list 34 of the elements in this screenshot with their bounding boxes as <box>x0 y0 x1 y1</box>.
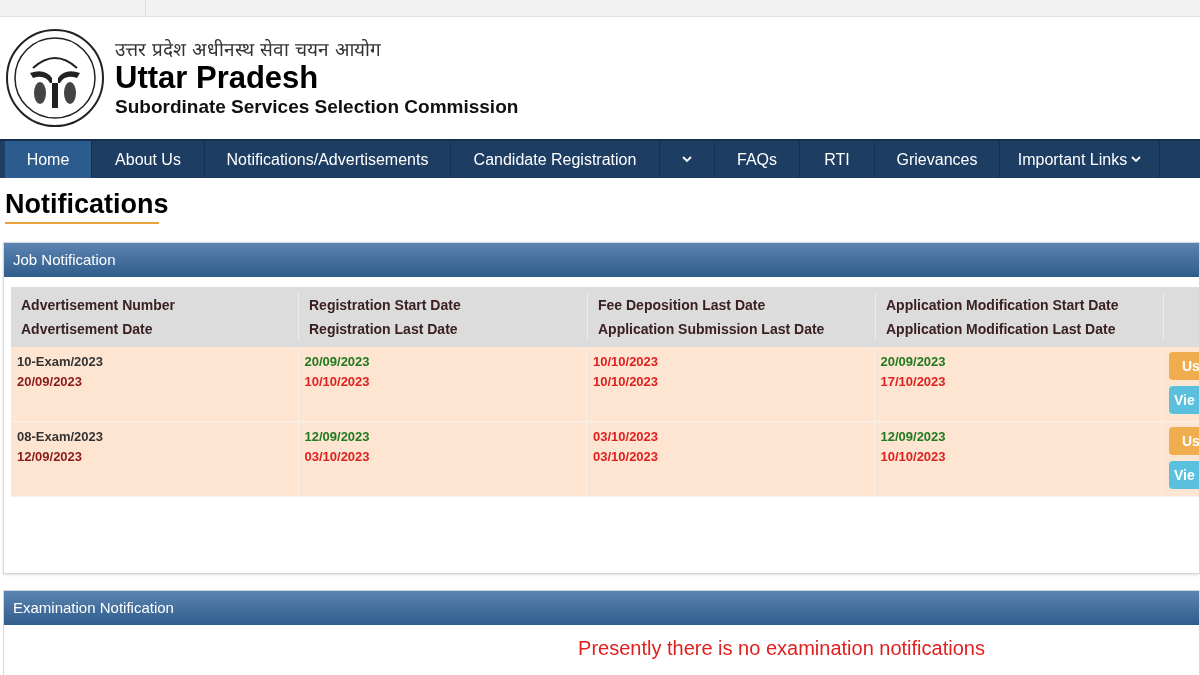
table-cell-text: 12/09/2023 <box>17 448 83 466</box>
site-subtitle: Subordinate Services Selection Commission <box>115 95 519 119</box>
panel-title: Job Notification <box>13 249 116 270</box>
page-title: Notifications <box>5 188 169 220</box>
column-header: Advertisement Date <box>21 321 153 337</box>
table-cell-text: 03/10/2023 <box>593 428 659 446</box>
table-cell-text: 20/09/2023 <box>17 373 83 391</box>
table-cell-text: 10/10/2023 <box>593 373 659 391</box>
table-cell-text: 20/09/2023 <box>880 353 946 371</box>
column-header: Application Submission Last Date <box>598 321 825 337</box>
table-cell-text: 08-Exam/2023 <box>17 428 103 446</box>
chevron-down-icon <box>682 156 692 163</box>
hindi-title: उत्तर प्रदेश अधीनस्थ सेवा चयन आयोग <box>115 37 383 61</box>
table-cell-text: 03/10/2023 <box>593 448 659 466</box>
table-cell-text: 10/10/2023 <box>880 448 946 466</box>
column-header: Application Modification Last Date <box>886 321 1116 337</box>
table-cell-text: 10-Exam/2023 <box>17 353 103 371</box>
table-cell-text: 10/10/2023 <box>304 373 370 391</box>
table-cell-text: 17/10/2023 <box>880 373 946 391</box>
column-header: Registration Last Date <box>309 321 458 337</box>
column-header: Fee Deposition Last Date <box>598 297 766 313</box>
column-header: Advertisement Number <box>21 297 176 313</box>
panel-title: Examination Notification <box>13 597 174 618</box>
table-cell-text: 12/09/2023 <box>880 428 946 446</box>
column-header: Registration Start Date <box>309 297 461 313</box>
chevron-down-icon <box>1131 156 1142 163</box>
table-cell-text: 12/09/2023 <box>304 428 370 446</box>
table-cell-text: 10/10/2023 <box>593 353 659 371</box>
table-cell-text: 20/09/2023 <box>304 353 370 371</box>
nav-link[interactable]: Home <box>5 141 92 178</box>
table-cell-text: 03/10/2023 <box>304 448 370 466</box>
column-header: Application Modification Start Date <box>886 297 1119 313</box>
site-title: Uttar Pradesh <box>115 61 320 95</box>
empty-message: Presently there is no examination notifications <box>578 636 985 661</box>
